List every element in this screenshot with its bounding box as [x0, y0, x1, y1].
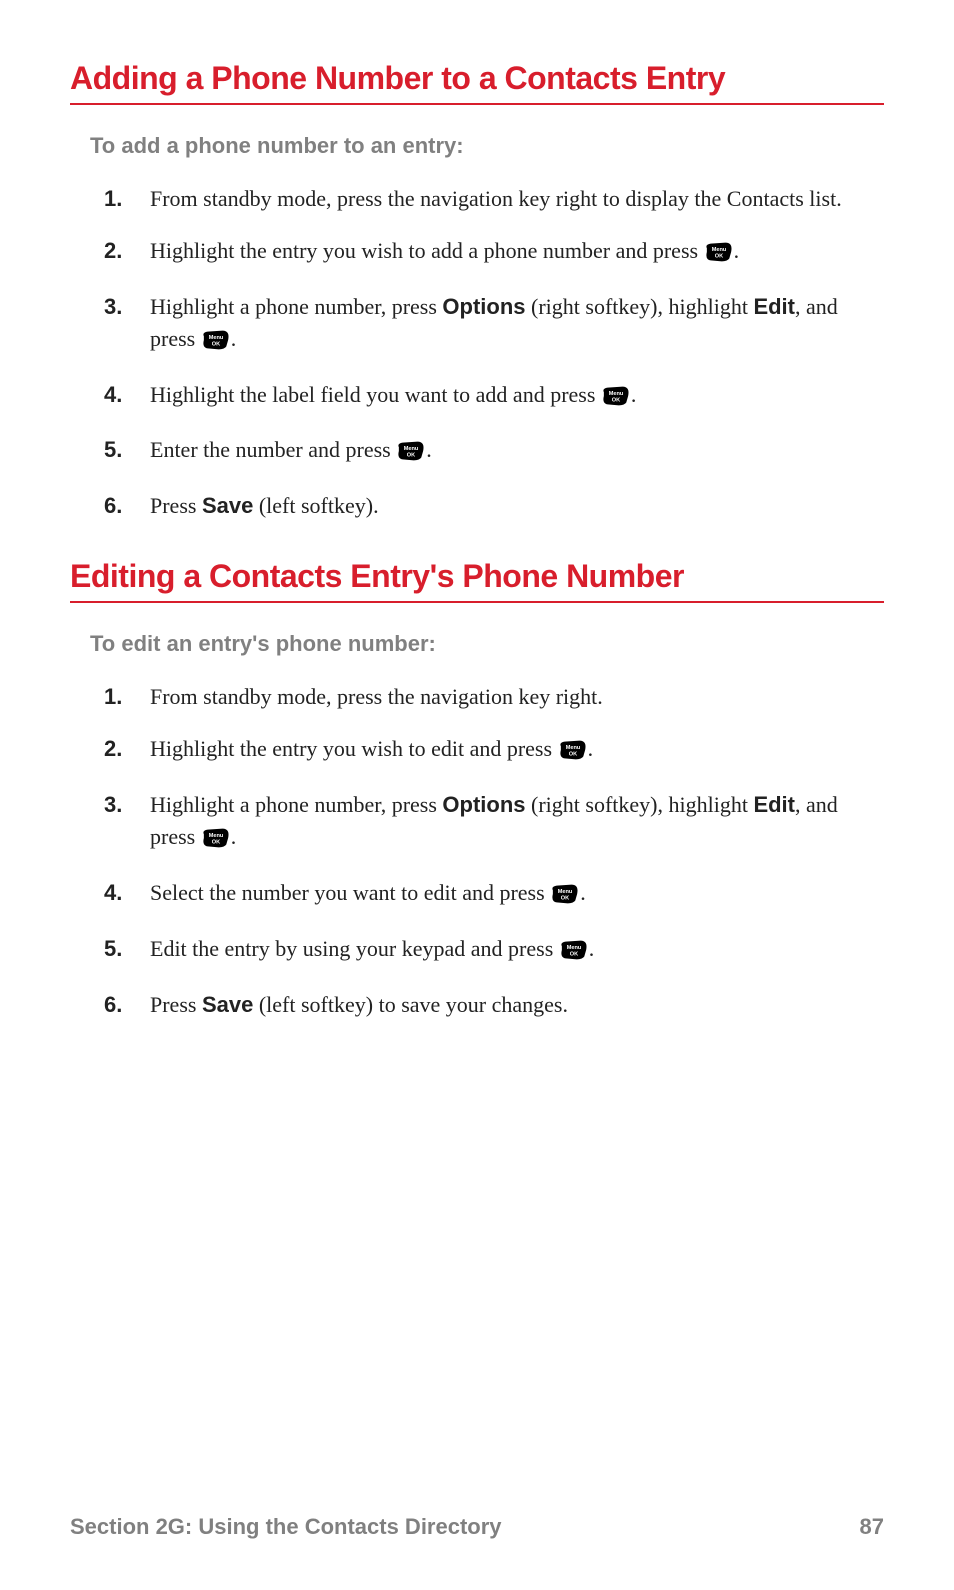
step-text: . [588, 736, 594, 761]
step-item: Highlight the entry you wish to add a ph… [90, 235, 884, 271]
menu-ok-icon [397, 438, 425, 470]
step-text: Highlight the entry you wish to add a ph… [150, 238, 704, 263]
step-text: . [231, 326, 237, 351]
step-item: Highlight the label field you want to ad… [90, 379, 884, 415]
step-text: Highlight a phone number, press [150, 294, 442, 319]
step-text: Press [150, 493, 202, 518]
intro-editing: To edit an entry's phone number: [90, 631, 884, 657]
step-text: . [589, 936, 595, 961]
menu-ok-icon [705, 239, 733, 271]
step-text: Select the number you want to edit and p… [150, 880, 550, 905]
edit-label: Edit [753, 294, 795, 319]
step-item: Highlight a phone number, press Options … [90, 789, 884, 857]
step-text: . [734, 238, 740, 263]
footer-page-number: 87 [860, 1514, 884, 1540]
step-item: Press Save (left softkey). [90, 490, 884, 522]
step-text: Highlight a phone number, press [150, 792, 442, 817]
step-text: Highlight the entry you wish to edit and… [150, 736, 558, 761]
save-label: Save [202, 992, 253, 1017]
menu-ok-icon [559, 737, 587, 769]
steps-editing: From standby mode, press the navigation … [90, 681, 884, 1020]
step-text: (right softkey), highlight [526, 294, 754, 319]
save-label: Save [202, 493, 253, 518]
menu-ok-icon [551, 881, 579, 913]
menu-ok-icon [202, 825, 230, 857]
step-text: Edit the entry by using your keypad and … [150, 936, 559, 961]
step-item: From standby mode, press the navigation … [90, 681, 884, 713]
step-text: . [231, 824, 237, 849]
edit-label: Edit [753, 792, 795, 817]
step-item: From standby mode, press the navigation … [90, 183, 884, 215]
page-footer: Section 2G: Using the Contacts Directory… [70, 1514, 884, 1540]
step-item: Highlight a phone number, press Options … [90, 291, 884, 359]
step-text: . [580, 880, 586, 905]
step-text: Press [150, 992, 202, 1017]
step-item: Highlight the entry you wish to edit and… [90, 733, 884, 769]
step-item: Enter the number and press . [90, 434, 884, 470]
menu-ok-icon [202, 327, 230, 359]
step-text: (left softkey). [253, 493, 378, 518]
step-item: Press Save (left softkey) to save your c… [90, 989, 884, 1021]
options-label: Options [442, 792, 525, 817]
footer-section-label: Section 2G: Using the Contacts Directory [70, 1514, 502, 1540]
options-label: Options [442, 294, 525, 319]
step-item: Select the number you want to edit and p… [90, 877, 884, 913]
menu-ok-icon [560, 937, 588, 969]
step-text: . [631, 382, 637, 407]
step-text: (right softkey), highlight [526, 792, 754, 817]
step-text: (left softkey) to save your changes. [253, 992, 568, 1017]
heading-adding-phone-number: Adding a Phone Number to a Contacts Entr… [70, 60, 884, 105]
steps-adding: From standby mode, press the navigation … [90, 183, 884, 522]
step-text: Enter the number and press [150, 437, 396, 462]
step-text: . [426, 437, 432, 462]
intro-adding: To add a phone number to an entry: [90, 133, 884, 159]
menu-ok-icon [602, 383, 630, 415]
heading-editing-phone-number: Editing a Contacts Entry's Phone Number [70, 558, 884, 603]
step-text: Highlight the label field you want to ad… [150, 382, 601, 407]
step-item: Edit the entry by using your keypad and … [90, 933, 884, 969]
